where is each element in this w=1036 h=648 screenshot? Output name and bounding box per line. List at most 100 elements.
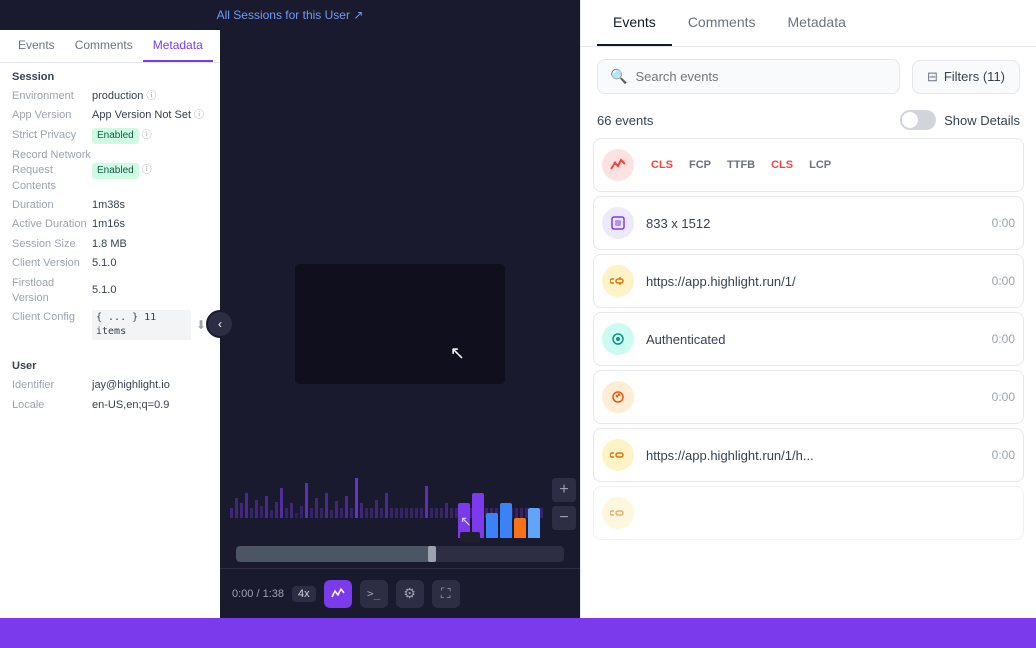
replay-screen: ↖ (295, 264, 505, 384)
activity-bar (486, 513, 498, 538)
right-tab-metadata[interactable]: Metadata (772, 0, 862, 46)
event-item-webvitals[interactable]: CLS FCP TTFB CLS LCP (593, 138, 1024, 192)
tab-comments[interactable]: Comments (65, 30, 143, 62)
right-tab-events[interactable]: Events (597, 0, 672, 46)
navigate1-time: 0:00 (992, 274, 1015, 288)
meta-row-recordnetwork: Record Network Request Contents Enabled … (12, 148, 208, 194)
tab-metadata[interactable]: Metadata (143, 30, 213, 62)
event-icon-navigate2 (602, 439, 634, 471)
scrubber-fill (236, 546, 433, 562)
activity-button[interactable] (324, 580, 352, 608)
event-item-authenticated[interactable]: Authenticated 0:00 (593, 312, 1024, 366)
event-icon-action (602, 381, 634, 413)
value-environment: production ⓘ (92, 89, 208, 104)
right-tab-comments[interactable]: Comments (672, 0, 772, 46)
expand-panel-button[interactable]: ‹ (206, 310, 234, 338)
event-content-webvitals: CLS FCP TTFB CLS LCP (646, 157, 1015, 173)
all-sessions-link[interactable]: All Sessions for this User ↗ (217, 8, 364, 22)
value-strictprivacy: Enabled ⓘ (92, 128, 208, 144)
vital-cls-2: CLS (766, 157, 798, 173)
meta-row-clientversion: Client Version 5.1.0 (12, 256, 208, 271)
link-icon-2 (610, 447, 626, 463)
zoom-out-button[interactable]: − (552, 506, 576, 530)
info-icon-environment: ⓘ (146, 90, 156, 104)
meta-row-clientconfig: Client Config { ... } 11 items ⬇ (12, 310, 208, 340)
value-sessionsize: 1.8 MB (92, 237, 208, 252)
activity-icon (331, 587, 345, 601)
user-title: User (12, 360, 208, 372)
action-time: 0:00 (992, 390, 1015, 404)
label-appversion: App Version (12, 108, 92, 123)
meta-row-appversion: App Version App Version Not Set ⓘ (12, 108, 208, 123)
search-box: 🔍 (597, 59, 900, 94)
value-locale: en-US,en;q=0.9 (92, 398, 208, 413)
console-icon: >_ (367, 587, 380, 600)
left-panel: All Sessions for this User ↗ Events Comm… (0, 0, 580, 618)
event-icon-webvitals (602, 149, 634, 181)
viewport-title: 833 x 1512 (646, 216, 980, 231)
console-button[interactable]: >_ (360, 580, 388, 608)
label-strictprivacy: Strict Privacy (12, 128, 92, 144)
events-count-row: 66 events Show Details (581, 106, 1036, 138)
info-icon-recordnetwork: ⓘ (142, 164, 152, 178)
event-item-action[interactable]: 0:00 (593, 370, 1024, 424)
zoom-in-button[interactable]: + (552, 478, 576, 502)
filter-button[interactable]: ⊟ Filters (11) (912, 60, 1020, 94)
meta-row-locale: Locale en-US,en;q=0.9 (12, 398, 208, 413)
vital-cls-1: CLS (646, 157, 678, 173)
label-clientconfig: Client Config (12, 310, 92, 340)
external-link-icon: ↗ (353, 8, 363, 22)
mouse-cursor: ↖ (460, 513, 472, 530)
label-firstloadversion: Firstload Version (12, 276, 92, 307)
event-content-navigate2: https://app.highlight.run/1/h... (646, 448, 980, 463)
session-title: Session (12, 71, 208, 83)
show-details-row: Show Details (900, 110, 1020, 130)
event-item-navigate1[interactable]: https://app.highlight.run/1/ 0:00 (593, 254, 1024, 308)
meta-row-duration: Duration 1m38s (12, 198, 208, 213)
speed-badge[interactable]: 4x (292, 586, 316, 602)
zoom-controls: + − (552, 478, 576, 530)
meta-row-sessionsize: Session Size 1.8 MB (12, 237, 208, 252)
settings-button[interactable]: ⚙ (396, 580, 424, 608)
event-content-navigate1: https://app.highlight.run/1/ (646, 274, 980, 289)
value-appversion: App Version Not Set ⓘ (92, 108, 208, 123)
label-locale: Locale (12, 398, 92, 413)
tab-events[interactable]: Events (8, 30, 65, 62)
search-filter-row: 🔍 ⊟ Filters (11) (581, 47, 1036, 106)
scrubber-handle (428, 546, 436, 562)
show-details-toggle[interactable] (900, 110, 936, 130)
event-icon-navigate1 (602, 265, 634, 297)
meta-row-activeduration: Active Duration 1m16s (12, 217, 208, 232)
search-icon: 🔍 (610, 68, 627, 85)
navigate2-title: https://app.highlight.run/1/h... (646, 448, 980, 463)
navigate2-time: 0:00 (992, 448, 1015, 462)
meta-row-environment: Environment production ⓘ (12, 89, 208, 104)
event-icon-viewport (602, 207, 634, 239)
event-item-navigate2[interactable]: https://app.highlight.run/1/h... 0:00 (593, 428, 1024, 482)
value-duration: 1m38s (92, 198, 208, 213)
session-section: Session Environment production ⓘ App Ver… (0, 63, 220, 352)
viewport-icon (610, 215, 626, 231)
gear-icon: ⚙ (403, 585, 416, 602)
activity-bar (500, 503, 512, 538)
label-sessionsize: Session Size (12, 237, 92, 252)
fullscreen-icon: ⛶ (441, 585, 451, 602)
info-icon-appversion: ⓘ (194, 109, 204, 123)
scrubber-track[interactable] (236, 546, 564, 562)
right-panel: Events Comments Metadata 🔍 ⊟ Filters (11… (580, 0, 1036, 618)
activity-bar (528, 508, 540, 538)
fullscreen-button[interactable]: ⛶ (432, 580, 460, 608)
action-icon (610, 389, 626, 405)
top-link-bar: All Sessions for this User ↗ (0, 0, 580, 30)
right-tabs: Events Comments Metadata (581, 0, 1036, 47)
label-clientversion: Client Version (12, 256, 92, 271)
search-input[interactable] (635, 69, 887, 84)
event-item-viewport[interactable]: 833 x 1512 0:00 (593, 196, 1024, 250)
event-item-more[interactable] (593, 486, 1024, 540)
label-recordnetwork: Record Network Request Contents (12, 148, 92, 194)
meta-tabs: Events Comments Metadata (0, 30, 220, 63)
value-clientversion: 5.1.0 (92, 256, 208, 271)
all-sessions-text: All Sessions for this User (217, 8, 350, 22)
link-icon-more (610, 505, 626, 521)
show-details-label: Show Details (944, 113, 1020, 128)
